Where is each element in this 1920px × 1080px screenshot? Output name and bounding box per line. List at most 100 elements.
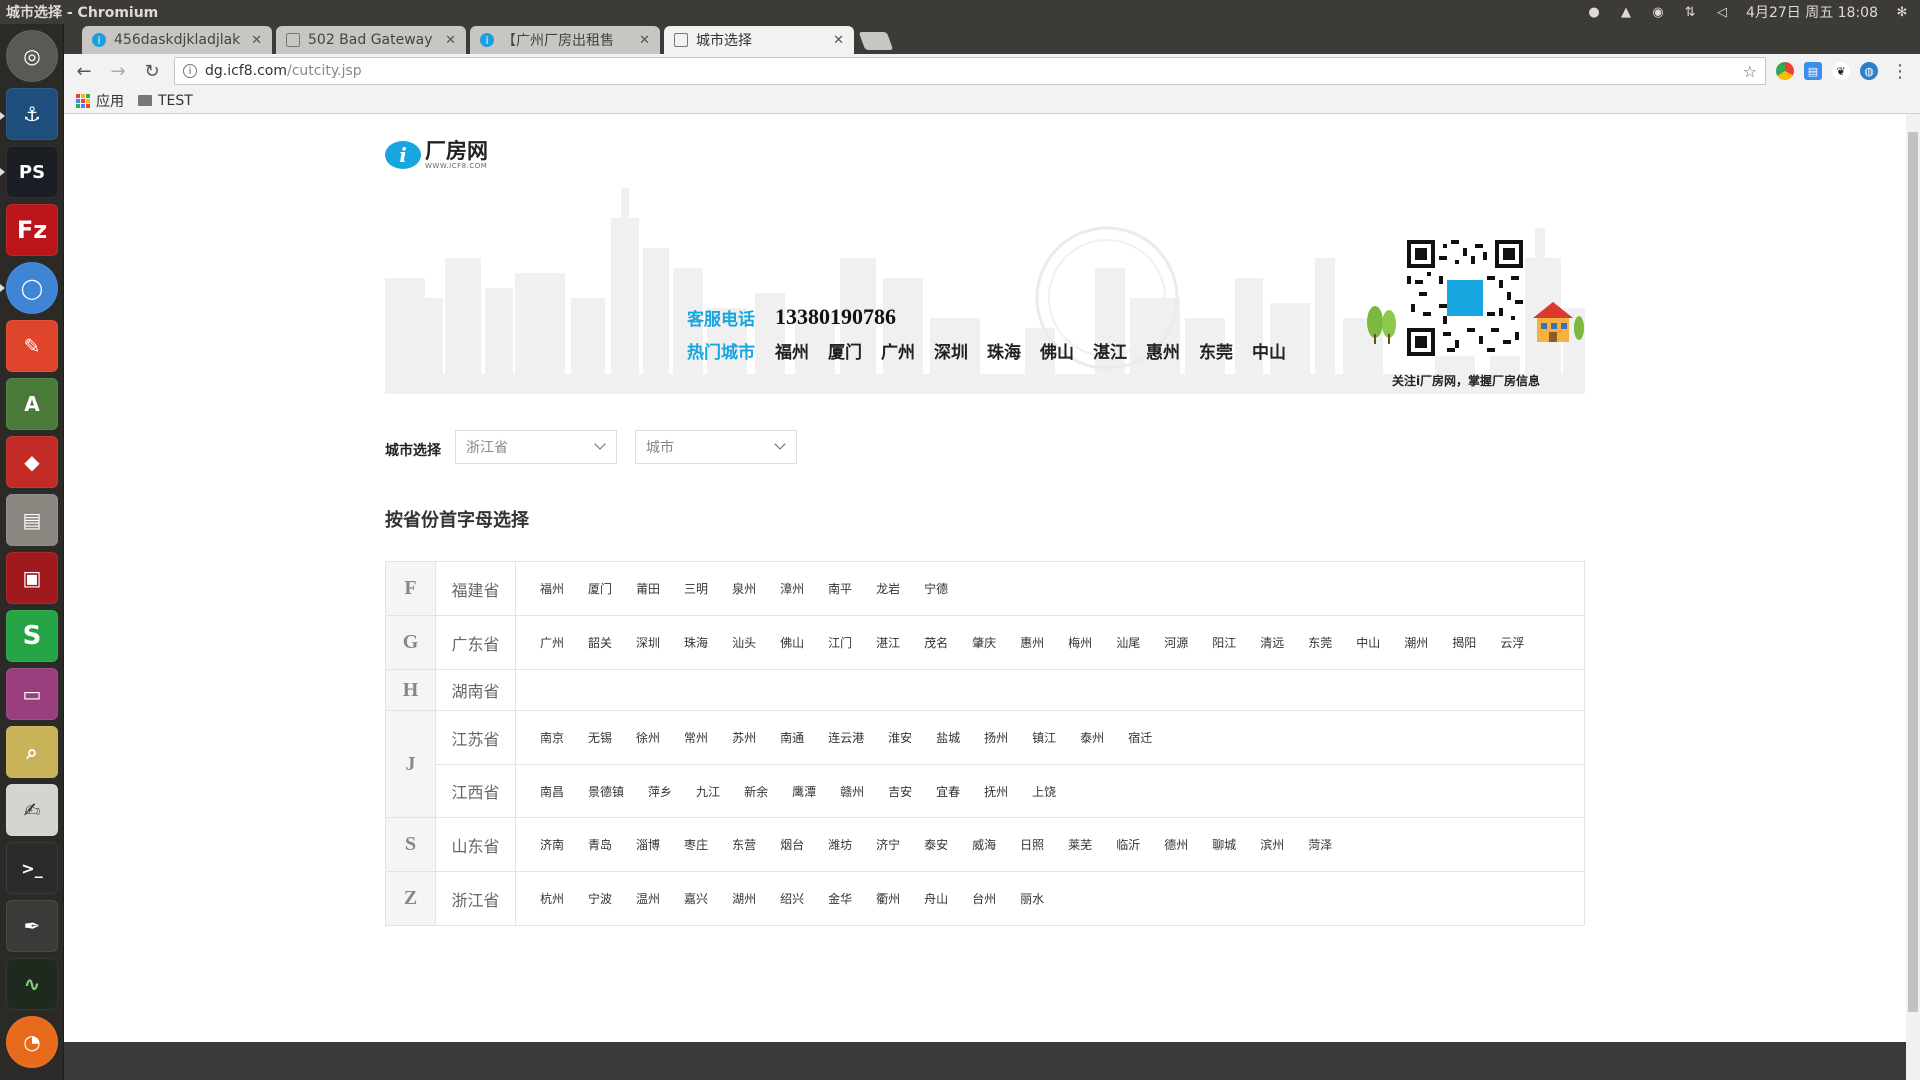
province-name[interactable]: 浙江省 [436,872,516,925]
hot-city-link[interactable]: 厦门 [828,338,862,363]
tab-1[interactable]: i 456daskdjkladjlak ✕ [82,26,272,54]
province-name[interactable]: 湖南省 [436,670,516,710]
dash-home-icon[interactable]: ◎ [6,30,58,82]
city-link[interactable]: 梅州 [1068,634,1092,651]
bookmark-star-icon[interactable]: ☆ [1743,62,1757,81]
city-link[interactable]: 宿迁 [1128,729,1152,746]
city-link[interactable]: 扬州 [984,729,1008,746]
info-icon[interactable]: i [183,64,197,78]
city-link[interactable]: 上饶 [1032,783,1056,800]
city-link[interactable]: 南昌 [540,783,564,800]
penguin-icon[interactable]: ▲ [1618,4,1634,20]
city-link[interactable]: 东营 [732,836,756,853]
phpstorm-icon[interactable]: PS [6,146,58,198]
city-link[interactable]: 日照 [1020,836,1044,853]
city-link[interactable]: 湛江 [876,634,900,651]
close-icon[interactable]: ✕ [445,33,456,48]
tab-active[interactable]: 城市选择 ✕ [664,26,854,54]
city-link[interactable]: 徐州 [636,729,660,746]
city-link[interactable]: 广州 [540,634,564,651]
city-link[interactable]: 龙岩 [876,580,900,597]
city-link[interactable]: 淄博 [636,836,660,853]
hot-city-link[interactable]: 惠州 [1146,338,1180,363]
chrome-extension-icon[interactable] [1776,62,1794,80]
city-link[interactable]: 深圳 [636,634,660,651]
wechat-icon[interactable]: ◉ [1650,4,1666,20]
city-link[interactable]: 揭阳 [1452,634,1476,651]
color-picker-icon[interactable]: ✒ [6,900,58,952]
qr-code-image[interactable] [1407,240,1523,356]
city-link[interactable]: 珠海 [684,634,708,651]
city-link[interactable]: 韶关 [588,634,612,651]
globe-extension-icon[interactable]: ◍ [1860,62,1878,80]
hot-city-link[interactable]: 东莞 [1199,338,1233,363]
site-logo[interactable]: i 厂房网 WWW.ICF8.COM [385,140,488,170]
mysql-workbench-icon[interactable]: ⚓ [6,88,58,140]
city-link[interactable]: 临沂 [1116,836,1140,853]
terminal-icon[interactable]: >_ [6,842,58,894]
postman-icon[interactable]: ✎ [6,320,58,372]
city-link[interactable]: 杭州 [540,890,564,907]
city-link[interactable]: 枣庄 [684,836,708,853]
province-name[interactable]: 山东省 [436,818,516,871]
hot-city-link[interactable]: 湛江 [1093,338,1127,363]
app-window-icon[interactable]: ▭ [6,668,58,720]
image-viewer-icon[interactable]: ⌕ [6,726,58,778]
city-link[interactable]: 聊城 [1212,836,1236,853]
city-link[interactable]: 舟山 [924,890,948,907]
apps-bookmark[interactable]: 应用 [76,91,124,111]
system-monitor-icon[interactable]: ∿ [6,958,58,1010]
city-link[interactable]: 烟台 [780,836,804,853]
province-name[interactable]: 江西省 [436,765,516,817]
wps-spreadsheet-icon[interactable]: S [6,610,58,662]
qq-icon[interactable]: ● [1586,4,1602,20]
city-link[interactable]: 宁波 [588,890,612,907]
tab-2[interactable]: 502 Bad Gateway ✕ [276,26,466,54]
city-link[interactable]: 青岛 [588,836,612,853]
city-link[interactable]: 吉安 [888,783,912,800]
notes-extension-icon[interactable]: ▤ [1804,62,1822,80]
close-icon[interactable]: ✕ [251,33,262,48]
hot-city-link[interactable]: 福州 [775,338,809,363]
forward-arrow-icon[interactable]: → [106,59,130,83]
city-link[interactable]: 宁德 [924,580,948,597]
hot-city-link[interactable]: 广州 [881,338,915,363]
city-link[interactable]: 茂名 [924,634,948,651]
hot-city-link[interactable]: 中山 [1252,338,1286,363]
city-link[interactable]: 台州 [972,890,996,907]
city-link[interactable]: 连云港 [828,729,864,746]
province-select[interactable]: 浙江省 [455,430,617,464]
network-icon[interactable]: ⇅ [1682,4,1698,20]
city-link[interactable]: 厦门 [588,580,612,597]
filezilla-icon[interactable]: Fz [6,204,58,256]
city-link[interactable]: 抚州 [984,783,1008,800]
city-link[interactable]: 莱芜 [1068,836,1092,853]
city-link[interactable]: 莆田 [636,580,660,597]
clock[interactable]: 4月27日 周五 18:08 [1746,2,1878,22]
city-link[interactable]: 佛山 [780,634,804,651]
city-link[interactable]: 景德镇 [588,783,624,800]
city-select[interactable]: 城市 [635,430,797,464]
redis-icon[interactable]: ◆ [6,436,58,488]
vertical-scrollbar[interactable] [1906,114,1920,1080]
tab-3[interactable]: i 【广州厂房出租售 ✕ [470,26,660,54]
city-link[interactable]: 宜春 [936,783,960,800]
new-tab-button[interactable] [858,32,894,50]
city-link[interactable]: 德州 [1164,836,1188,853]
city-link[interactable]: 汕头 [732,634,756,651]
hot-city-link[interactable]: 佛山 [1040,338,1074,363]
reload-icon[interactable]: ↻ [140,59,164,83]
city-link[interactable]: 河源 [1164,634,1188,651]
back-arrow-icon[interactable]: ← [72,59,96,83]
city-link[interactable]: 丽水 [1020,890,1044,907]
city-link[interactable]: 淮安 [888,729,912,746]
wechat-extension-icon[interactable]: ❦ [1832,62,1850,80]
files-icon[interactable]: ▤ [6,494,58,546]
settings-gear-icon[interactable]: ✻ [1894,4,1910,20]
scrollbar-thumb[interactable] [1908,132,1918,1012]
hot-city-link[interactable]: 珠海 [987,338,1021,363]
city-link[interactable]: 温州 [636,890,660,907]
city-link[interactable]: 漳州 [780,580,804,597]
hotline-number[interactable]: 13380190786 [775,304,896,330]
city-link[interactable]: 云浮 [1500,634,1524,651]
